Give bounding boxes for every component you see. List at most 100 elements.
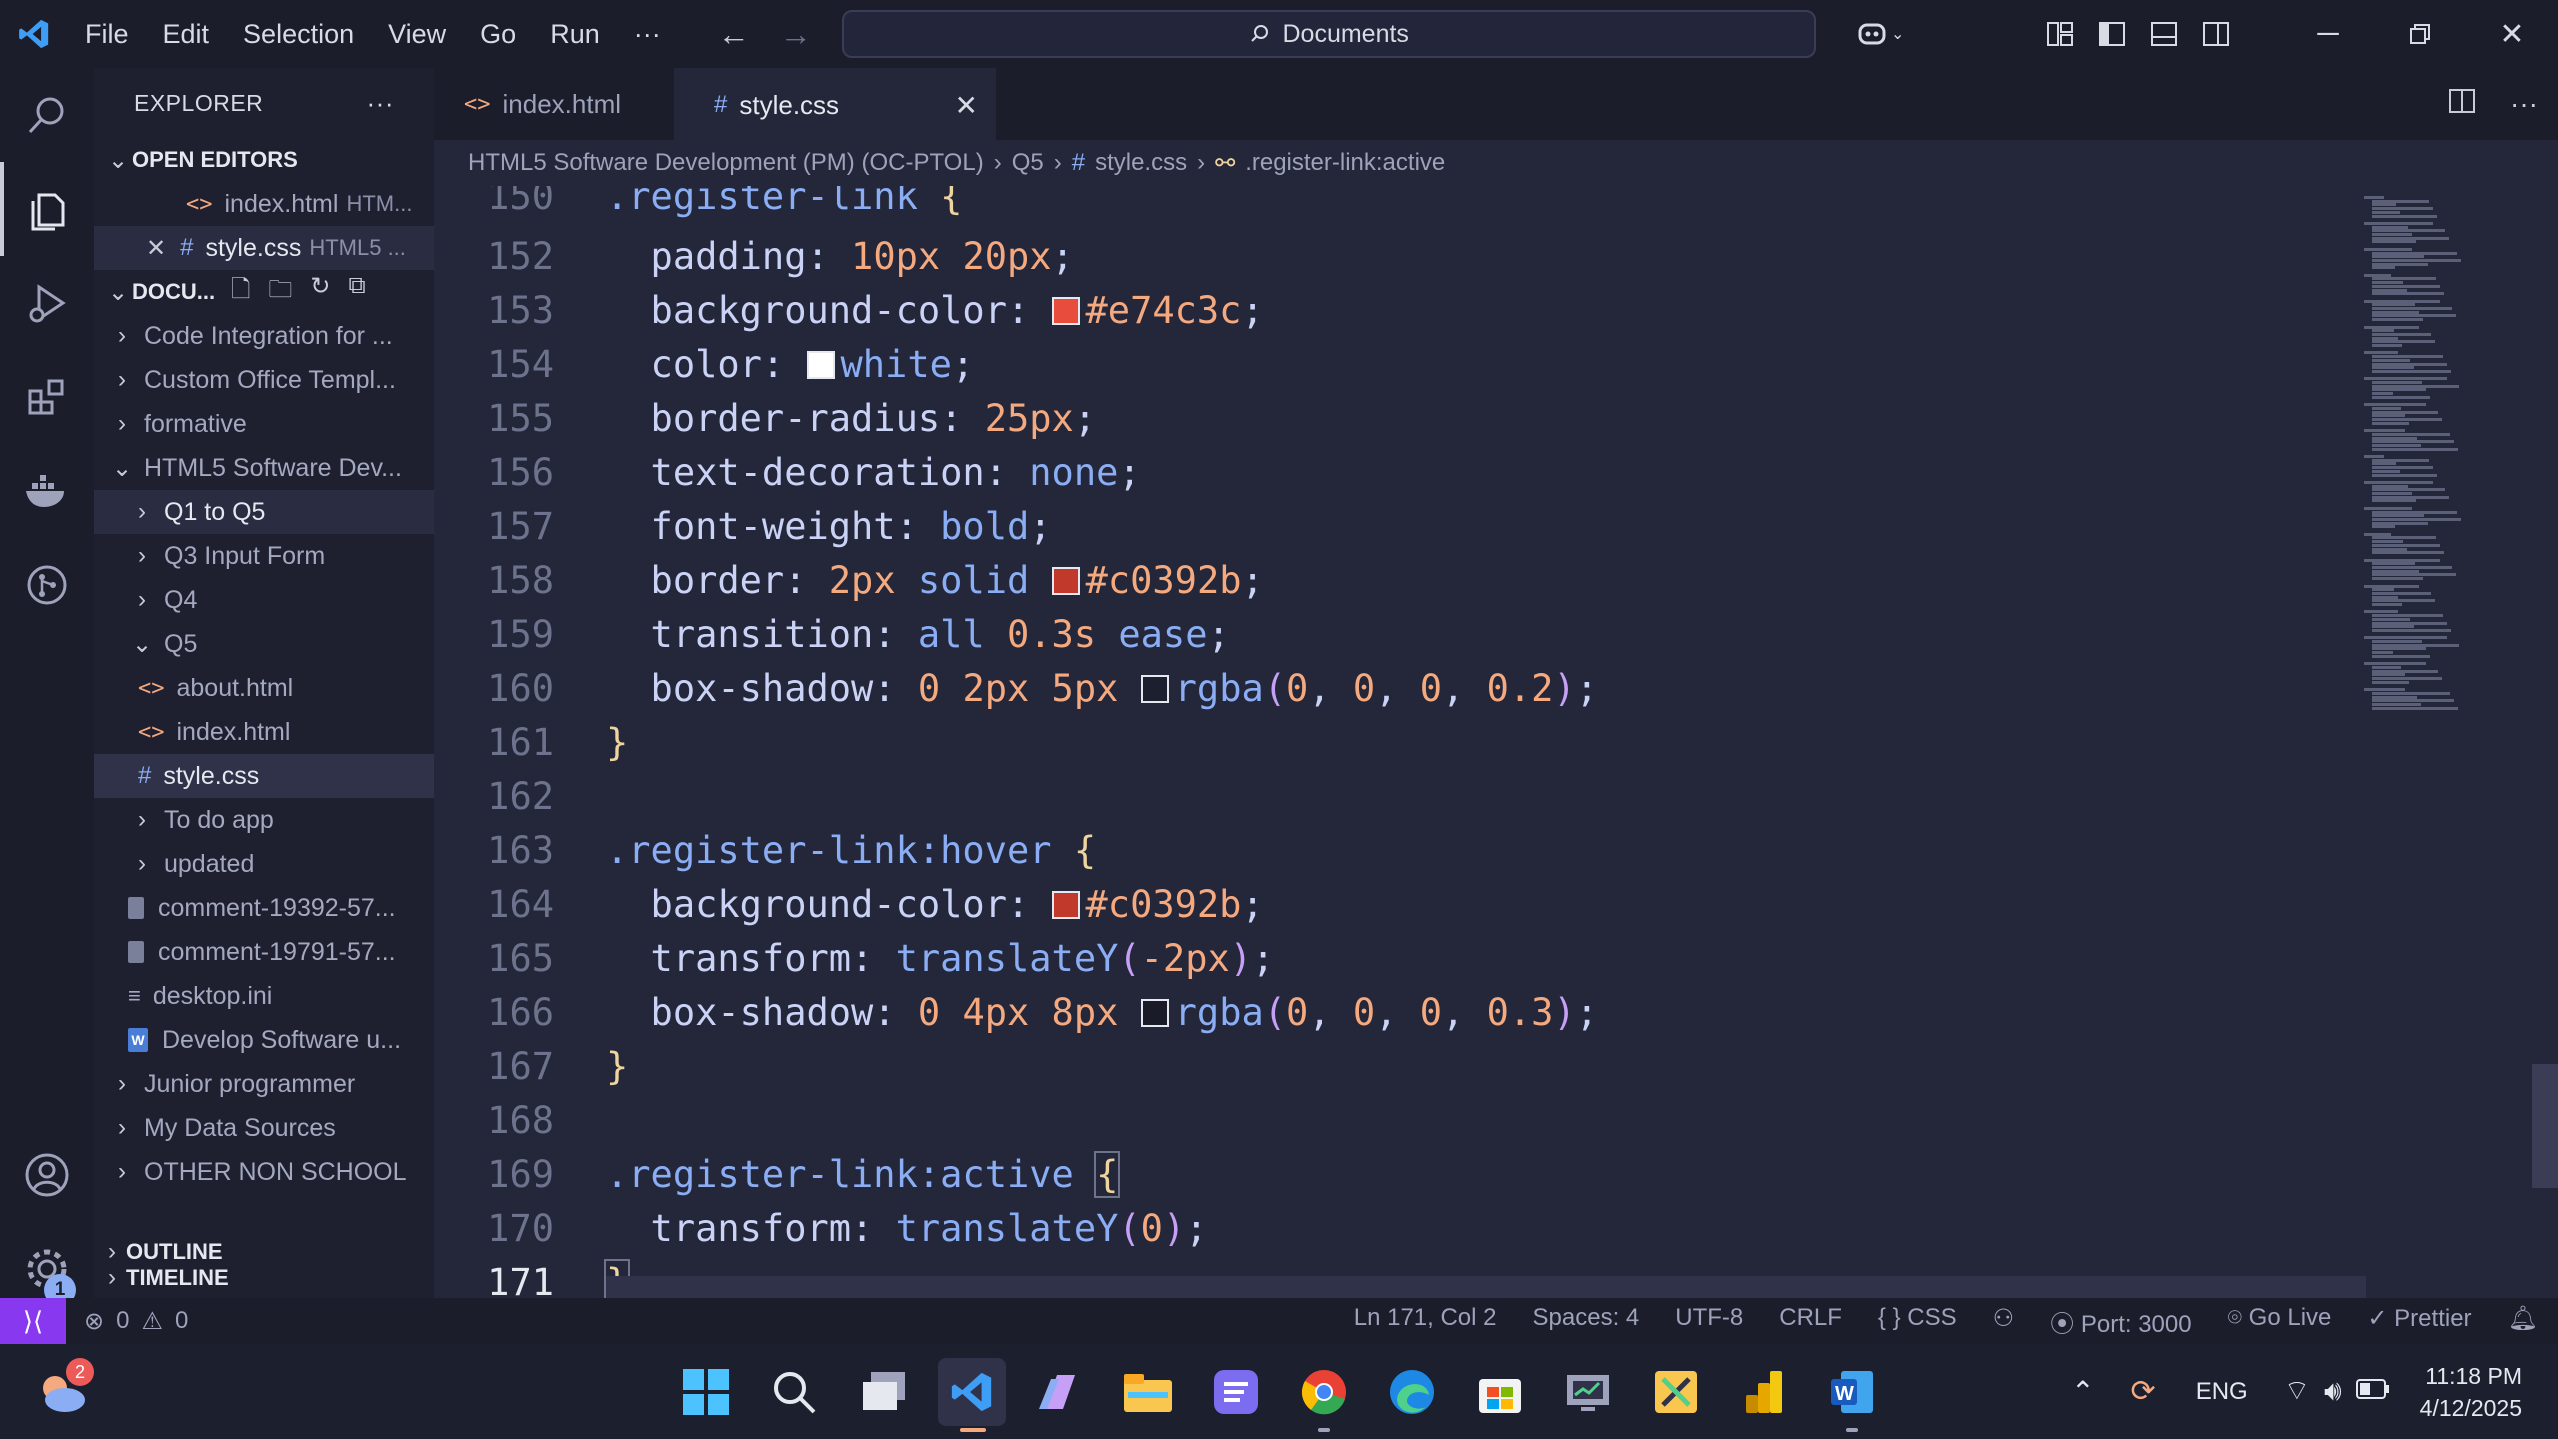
power-bi-icon[interactable] <box>1730 1358 1798 1426</box>
go-live-button[interactable]: ⌾ Go Live <box>2228 1304 2332 1339</box>
more-actions-icon[interactable]: ··· <box>2510 88 2538 120</box>
run-debug-icon[interactable] <box>0 256 94 350</box>
timeline-section[interactable]: › TIMELINE <box>94 1258 434 1298</box>
windows-start-icon[interactable] <box>672 1358 740 1426</box>
wifi-icon[interactable]: ⌔ <box>2284 1374 2310 1409</box>
show-hidden-icons-icon[interactable]: ⌃ <box>2071 1375 2094 1408</box>
folder-item[interactable]: › Q1 to Q5 <box>94 490 434 534</box>
notifications-bell-icon[interactable]: 🔔︎ <box>2508 1304 2538 1339</box>
language-mode[interactable]: { } CSS <box>1878 1304 1957 1339</box>
split-editor-icon[interactable] <box>2448 88 2476 121</box>
vertical-scrollbar-thumb[interactable] <box>2532 1064 2558 1188</box>
menu-item[interactable]: View <box>371 0 463 68</box>
tools-app-icon[interactable] <box>1642 1358 1710 1426</box>
port-status[interactable]: ⦿ Port: 3000 <box>2050 1304 2191 1339</box>
file-item[interactable]: <> about.html <box>94 666 434 710</box>
color-swatch[interactable] <box>1051 891 1080 919</box>
folder-item[interactable]: › updated <box>94 842 434 886</box>
copilot-icon[interactable]: ⌄ <box>1846 0 1916 68</box>
vscode-taskbar-icon[interactable] <box>938 1358 1006 1432</box>
language-indicator[interactable]: ENG <box>2196 1378 2248 1406</box>
color-swatch[interactable] <box>1051 297 1080 325</box>
system-monitor-icon[interactable] <box>1554 1358 1622 1426</box>
command-center-search[interactable]: Documents <box>841 10 1816 58</box>
back-arrow-icon[interactable]: ← <box>718 16 750 53</box>
file-item[interactable]: comment-19791-57... <box>94 930 434 974</box>
file-item[interactable]: # style.css <box>94 754 434 798</box>
microsoft-store-icon[interactable] <box>1466 1358 1534 1426</box>
folder-item[interactable]: › Code Integration for ... <box>94 314 434 358</box>
close-tab-icon[interactable]: ✕ <box>955 89 978 122</box>
accounts-icon[interactable] <box>0 1128 94 1222</box>
tab-index-html[interactable]: <> index.html <box>434 68 674 140</box>
menu-item[interactable]: ··· <box>617 0 678 68</box>
remote-indicator-icon[interactable]: ⟩⟨ <box>0 1298 66 1344</box>
folder-item[interactable]: ⌄ HTML5 Software Dev... <box>94 446 434 490</box>
sync-icon[interactable]: ⟳ <box>2131 1374 2156 1409</box>
source-control-icon[interactable] <box>0 538 94 632</box>
collapse-all-icon[interactable]: ⧉ <box>349 272 366 313</box>
folder-item[interactable]: › OTHER NON SCHOOL <box>94 1150 434 1194</box>
extensions-icon[interactable] <box>0 350 94 444</box>
line-ending[interactable]: CRLF <box>1779 1304 1842 1339</box>
indentation[interactable]: Spaces: 4 <box>1533 1304 1640 1339</box>
menu-item[interactable]: File <box>68 0 146 68</box>
menu-item[interactable]: Go <box>463 0 533 68</box>
search-icon[interactable] <box>0 68 94 162</box>
close-window-button[interactable]: ✕ <box>2466 0 2558 68</box>
menu-item[interactable]: Edit <box>146 0 227 68</box>
refresh-icon[interactable]: ↻ <box>310 272 330 313</box>
open-editor-item[interactable]: <> index.html HTM... <box>94 182 434 226</box>
folder-item[interactable]: › Q4 <box>94 578 434 622</box>
task-view-icon[interactable] <box>850 1358 918 1426</box>
battery-icon[interactable] <box>2355 1378 2390 1406</box>
word-taskbar-icon[interactable]: W <box>1818 1358 1886 1432</box>
copilot-status-icon[interactable]: ⚇ <box>1993 1304 2015 1339</box>
more-actions-icon[interactable]: ··· <box>367 88 394 119</box>
forward-arrow-icon[interactable]: → <box>780 16 812 53</box>
notes-app-icon[interactable] <box>1202 1358 1270 1426</box>
new-folder-icon[interactable]: 🗀 <box>268 272 292 313</box>
encoding[interactable]: UTF-8 <box>1675 1304 1743 1339</box>
toggle-secondary-sidebar-icon[interactable] <box>2190 0 2242 68</box>
folder-item[interactable]: › To do app <box>94 798 434 842</box>
color-swatch[interactable] <box>1140 675 1169 703</box>
color-swatch[interactable] <box>1051 567 1080 595</box>
menu-item[interactable]: Selection <box>226 0 371 68</box>
open-editors-section[interactable]: ⌄ OPEN EDITORS <box>94 138 434 182</box>
folder-item[interactable]: ⌄ Q5 <box>94 622 434 666</box>
new-file-icon[interactable]: 🗋 <box>231 272 250 313</box>
breadcrumb-item[interactable]: style.css <box>1095 149 1187 177</box>
folder-item[interactable]: › Q3 Input Form <box>94 534 434 578</box>
file-explorer-icon[interactable] <box>1114 1358 1182 1426</box>
folder-item[interactable]: › formative <box>94 402 434 446</box>
toggle-primary-sidebar-icon[interactable] <box>2086 0 2138 68</box>
volume-icon[interactable]: 🔊︎ <box>2324 1375 2342 1408</box>
folder-item[interactable]: › Custom Office Templ... <box>94 358 434 402</box>
folder-item[interactable]: › Junior programmer <box>94 1062 434 1106</box>
breadcrumb-item[interactable]: Q5 <box>1012 149 1044 177</box>
problems-indicator[interactable]: ⊗ 0 ⚠ 0 <box>84 1307 188 1336</box>
clock[interactable]: 11:18 PM 4/12/2025 <box>2420 1360 2558 1424</box>
cursor-position[interactable]: Ln 171, Col 2 <box>1354 1304 1497 1339</box>
color-swatch[interactable] <box>806 351 835 379</box>
code-editor[interactable]: 150 .register-link {152 padding: 10px 20p… <box>434 186 2558 1298</box>
restore-button[interactable] <box>2374 0 2466 68</box>
menu-item[interactable]: Run <box>533 0 617 68</box>
customize-layout-icon[interactable] <box>2034 0 2086 68</box>
file-item[interactable]: ≡ desktop.ini <box>94 974 434 1018</box>
folder-item[interactable]: › My Data Sources <box>94 1106 434 1150</box>
close-icon[interactable]: ✕ <box>146 234 166 263</box>
open-editor-item[interactable]: ✕ # style.css HTML5 ... <box>94 226 434 270</box>
edge-icon[interactable] <box>1378 1358 1446 1426</box>
tab-style-css[interactable]: # style.css ✕ <box>674 68 996 140</box>
file-item[interactable]: <> index.html <box>94 710 434 754</box>
explorer-icon[interactable] <box>0 162 94 256</box>
copilot-taskbar-icon[interactable] <box>1026 1358 1094 1426</box>
color-swatch[interactable] <box>1140 999 1169 1027</box>
breadcrumb-item[interactable]: HTML5 Software Development (PM) (OC-PTOL… <box>468 149 984 177</box>
weather-widget-icon[interactable]: 2 <box>28 1358 96 1426</box>
minimize-button[interactable]: ─ <box>2282 0 2374 68</box>
breadcrumb-item[interactable]: .register-link:active <box>1245 149 1445 177</box>
folder-section[interactable]: ⌄ DOCU... 🗋 🗀 ↻ ⧉ <box>94 270 434 314</box>
